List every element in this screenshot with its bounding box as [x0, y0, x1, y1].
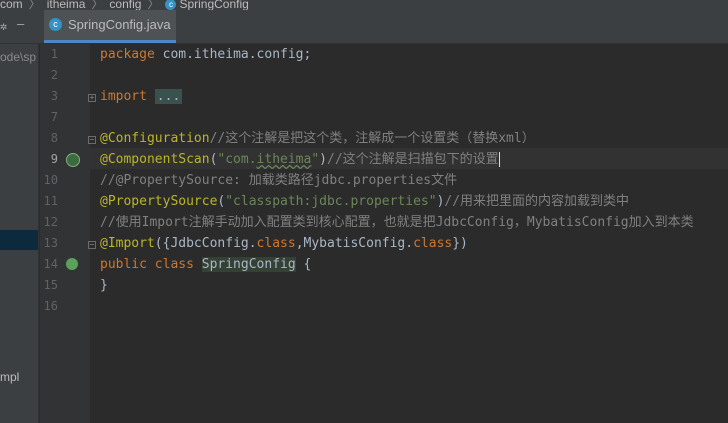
line-number: 3 [50, 89, 58, 103]
comment: //这个注解是扫描包下的设置 [327, 152, 499, 167]
package-name: com.itheima.config; [154, 47, 312, 62]
breadcrumb-item-config[interactable]: config [109, 0, 141, 10]
breadcrumb-separator: 〉 [28, 0, 41, 10]
editor-gutter[interactable]: 1 2 3 7 8 9 10 11 12 13 14 15 16 + − − [40, 44, 96, 423]
breadcrumb: com 〉 itheima 〉 config 〉 c SpringConfig [0, 0, 728, 10]
project-panel-toolbar: ✲ — [0, 10, 40, 43]
class-icon: c [165, 0, 177, 10]
minimize-icon[interactable]: — [17, 17, 24, 31]
code-line-11: @PropertySource("classpath:jdbc.properti… [100, 191, 629, 212]
breadcrumb-item-com[interactable]: com [0, 0, 23, 10]
line-number: 10 [43, 173, 58, 187]
line-number: 15 [43, 278, 58, 292]
comment: //@PropertySource: 加载类路径jdbc.properties文… [100, 173, 458, 188]
code-line-1: package com.itheima.config; [100, 44, 311, 65]
comment: //用来把里面的内容加载到类中 [444, 194, 630, 209]
string-literal-typo: itheima [256, 152, 312, 167]
fold-expand-icon[interactable]: + [88, 94, 96, 102]
code-line-13: @Import({JdbcConfig.class,MybatisConfig.… [100, 233, 468, 254]
string-literal: "com. [217, 152, 257, 167]
breadcrumb-separator: 〉 [147, 0, 160, 10]
line-number: 2 [50, 68, 58, 82]
text-cursor [498, 152, 500, 167]
line-number: 9 [50, 152, 58, 166]
code-text: { [295, 257, 312, 272]
line-number: 8 [50, 131, 58, 145]
code-line-3: import ... [100, 86, 183, 107]
annotation: @Configuration [100, 131, 210, 146]
code-line-10: //@PropertySource: 加载类路径jdbc.properties文… [100, 170, 457, 191]
annotation: @ComponentScan [100, 152, 210, 167]
spring-config-gutter-icon[interactable] [66, 258, 78, 270]
keyword: class [413, 236, 453, 251]
code-line-9: @ComponentScan("com.itheima")//这个注解是扫描包下… [100, 149, 500, 170]
line-number: 13 [43, 236, 58, 250]
line-number: 7 [50, 110, 58, 124]
string-literal: " [311, 152, 320, 167]
folded-imports[interactable]: ... [154, 89, 183, 104]
paren: ) [319, 152, 327, 167]
fold-collapse-icon[interactable]: − [88, 241, 96, 249]
java-class-icon: c [49, 18, 62, 31]
breadcrumb-item-itheima[interactable]: itheima [47, 0, 86, 10]
code-text: }) [452, 236, 468, 251]
code-line-12: //使用Import注解手动加入配置类到核心配置，也就是把JdbcConfig，… [100, 212, 694, 233]
project-panel[interactable]: ode\sp mpl [0, 44, 39, 423]
line-number: 16 [43, 299, 58, 313]
closing-brace: } [100, 278, 108, 293]
keyword: package [100, 47, 155, 62]
class-name: SpringConfig [201, 257, 296, 272]
line-number: 14 [43, 257, 58, 271]
keyword: public class [100, 257, 194, 272]
code-line-15: } [100, 275, 108, 296]
keyword: import [100, 89, 147, 104]
code-line-14: public class SpringConfig { [100, 254, 311, 275]
comment: //这个注解是把这个类，注解成一个设置类（替换xml） [209, 131, 535, 146]
selected-tree-item[interactable] [0, 230, 38, 250]
breadcrumb-item-springconfig[interactable]: SpringConfig [179, 0, 248, 10]
annotation: @PropertySource [100, 194, 218, 209]
string-literal: "classpath:jdbc.properties" [225, 194, 437, 209]
annotation: @Import [100, 236, 155, 251]
project-path: ode\sp [0, 50, 37, 64]
line-number: 1 [50, 47, 58, 61]
tab-label: SpringConfig.java [68, 17, 171, 32]
spring-bean-gutter-icon[interactable] [66, 153, 80, 167]
editor-tab-bar: ✲ — c SpringConfig.java [0, 10, 728, 44]
breadcrumb-separator: 〉 [91, 0, 104, 10]
code-text: ({JdbcConfig. [154, 236, 257, 251]
keyword: class [256, 236, 296, 251]
line-number: 11 [43, 194, 58, 208]
line-number: 12 [43, 215, 58, 229]
code-line-8: @Configuration//这个注解是把这个类，注解成一个设置类（替换xml… [100, 128, 535, 149]
fold-collapse-icon[interactable]: − [88, 136, 96, 144]
code-text: ,MybatisConfig. [295, 236, 414, 251]
gear-icon[interactable]: ✲ [0, 19, 7, 33]
comment: //使用Import注解手动加入配置类到核心配置，也就是把JdbcConfig，… [100, 215, 694, 230]
tab-springconfig-java[interactable]: c SpringConfig.java [44, 10, 176, 43]
tree-item-impl[interactable]: mpl [0, 370, 19, 384]
